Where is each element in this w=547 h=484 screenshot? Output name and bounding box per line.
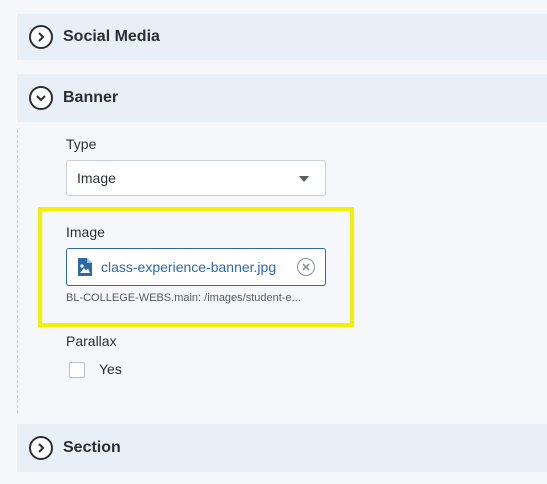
- chevron-right-icon: [29, 436, 53, 460]
- panel-header-banner[interactable]: Banner: [17, 74, 547, 122]
- image-file-path: BL-COLLEGE-WEBS.main: /images/student-e.…: [66, 292, 301, 304]
- chevron-down-icon: [29, 86, 53, 110]
- type-label: Type: [66, 136, 97, 152]
- caret-down-icon: [299, 176, 309, 182]
- image-file-icon: [78, 258, 92, 276]
- panel-title: Social Media: [63, 28, 160, 45]
- panel-header-social-media[interactable]: Social Media: [17, 14, 547, 60]
- parallax-checkbox[interactable]: [69, 362, 85, 378]
- parallax-label: Parallax: [66, 333, 117, 349]
- image-file-chooser[interactable]: class-experience-banner.jpg: [66, 248, 326, 286]
- image-label: Image: [66, 224, 105, 240]
- form-editor: Social Media Banner Type Image Image cla…: [0, 0, 547, 484]
- chevron-right-icon: [29, 25, 53, 49]
- parallax-option-label: Yes: [99, 361, 122, 377]
- type-select[interactable]: Image: [66, 160, 326, 196]
- panel-title: Section: [63, 439, 121, 456]
- type-select-value: Image: [77, 170, 116, 186]
- image-file-link[interactable]: class-experience-banner.jpg: [101, 259, 276, 275]
- remove-file-icon[interactable]: [297, 258, 315, 276]
- banner-panel-body: Type Image Image class-experience-banner…: [17, 130, 547, 413]
- panel-title: Banner: [63, 89, 119, 106]
- panel-header-section[interactable]: Section: [17, 424, 547, 472]
